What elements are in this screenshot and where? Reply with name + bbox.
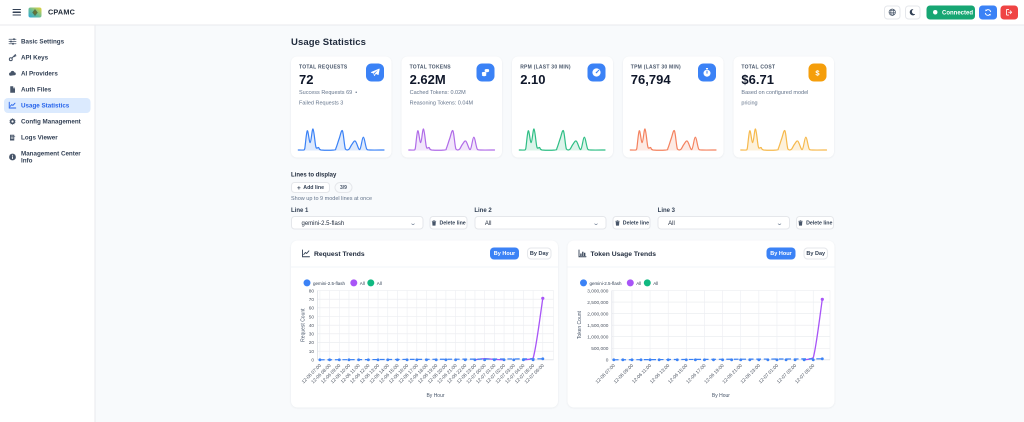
svg-text:20: 20 xyxy=(309,340,315,346)
svg-text:30: 30 xyxy=(309,332,315,338)
svg-text:All: All xyxy=(377,281,382,286)
svg-text:1,000,000: 1,000,000 xyxy=(587,334,608,340)
svg-text:All: All xyxy=(360,281,365,286)
svg-text:gemini-2.5-flash: gemini-2.5-flash xyxy=(590,281,623,286)
svg-text:2,500,000: 2,500,000 xyxy=(587,300,608,306)
svg-text:gemini-2.5-flash: gemini-2.5-flash xyxy=(313,281,346,286)
svg-text:70: 70 xyxy=(309,297,315,303)
svg-text:60: 60 xyxy=(309,306,315,312)
svg-text:0: 0 xyxy=(606,358,609,364)
svg-text:By Hour: By Hour xyxy=(712,393,730,399)
svg-text:Request Count: Request Count xyxy=(301,308,307,342)
svg-text:Token Count: Token Count xyxy=(577,311,583,340)
svg-text:500,000: 500,000 xyxy=(591,346,609,352)
svg-text:12-07 05:00: 12-07 05:00 xyxy=(794,363,816,385)
svg-text:80: 80 xyxy=(309,288,315,294)
svg-text:$: $ xyxy=(815,68,820,77)
svg-text:10: 10 xyxy=(309,349,315,355)
svg-text:All: All xyxy=(653,281,658,286)
svg-text:All: All xyxy=(636,281,641,286)
svg-text:50: 50 xyxy=(309,314,315,320)
svg-text:1,500,000: 1,500,000 xyxy=(587,323,608,329)
svg-text:3,000,000: 3,000,000 xyxy=(587,288,608,294)
svg-text:0: 0 xyxy=(311,358,314,364)
svg-text:By Hour: By Hour xyxy=(426,393,444,399)
svg-text:40: 40 xyxy=(309,323,315,329)
svg-text:2,000,000: 2,000,000 xyxy=(587,311,608,317)
